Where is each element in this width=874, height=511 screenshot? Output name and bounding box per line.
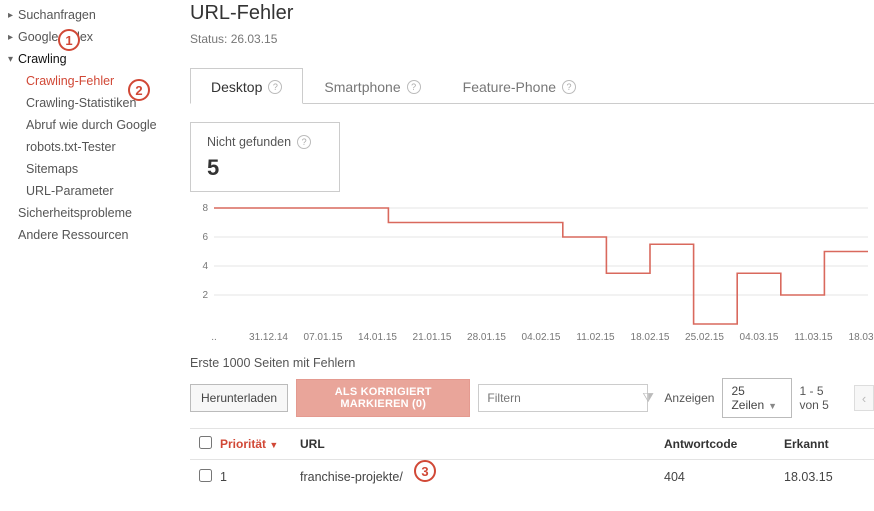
help-icon[interactable]: ? — [297, 135, 311, 149]
error-count-card[interactable]: Nicht gefunden? 5 — [190, 122, 340, 192]
svg-text:8: 8 — [202, 203, 208, 214]
label: robots.txt-Tester — [26, 140, 116, 154]
svg-text:6: 6 — [202, 232, 208, 243]
filter-input-wrap: ⧩ — [478, 384, 648, 412]
filter-icon: ⧩ — [642, 390, 654, 406]
label: Abruf wie durch Google — [26, 118, 157, 132]
mark-fixed-button[interactable]: ALS KORRIGIERT MARKIEREN (0) — [296, 379, 470, 417]
select-value: 25 Zeilen — [731, 384, 764, 412]
label: Sitemaps — [26, 162, 78, 176]
cell-antwortcode: 404 — [664, 470, 784, 484]
device-tabs: Desktop? Smartphone? Feature-Phone? — [190, 68, 874, 104]
svg-text:2: 2 — [202, 290, 208, 301]
sidebar: ▸Suchanfragen ▸Google-Index ▾Crawling Cr… — [0, 0, 180, 511]
help-icon[interactable]: ? — [407, 80, 421, 94]
svg-text:21.01.15: 21.01.15 — [413, 332, 452, 343]
table-controls: Herunterladen ALS KORRIGIERT MARKIEREN (… — [190, 378, 874, 418]
svg-text:04.02.15: 04.02.15 — [522, 332, 561, 343]
sidebar-item-crawling[interactable]: ▾Crawling — [8, 48, 180, 70]
status-text: Status: 26.03.15 — [190, 32, 874, 46]
main-content: URL-Fehler Status: 26.03.15 Desktop? Sma… — [180, 0, 874, 511]
sidebar-item-sicherheitsprobleme[interactable]: Sicherheitsprobleme — [8, 202, 180, 224]
sidebar-item-google-index[interactable]: ▸Google-Index — [8, 26, 180, 48]
svg-text:11.02.15: 11.02.15 — [576, 332, 615, 343]
svg-text:4: 4 — [202, 261, 208, 272]
cell-erkannt: 18.03.15 — [784, 470, 874, 484]
label: Antwortcode — [664, 437, 737, 451]
label: Crawling-Statistiken — [26, 96, 136, 110]
table-header: Priorität ▼ URL Antwortcode Erkannt — [190, 428, 874, 460]
chevron-right-icon: ▸ — [8, 10, 18, 21]
label: Erkannt — [784, 437, 829, 451]
tab-label: Smartphone — [324, 79, 400, 95]
label: Google-Index — [18, 30, 93, 44]
chevron-down-icon: ▾ — [8, 54, 18, 65]
page-range: 1 - 5 von 5 — [800, 384, 846, 412]
sidebar-item-sitemaps[interactable]: Sitemaps — [8, 158, 180, 180]
select-all-checkbox[interactable] — [199, 436, 212, 449]
svg-text:25.02.15: 25.02.15 — [685, 332, 724, 343]
sidebar-item-andere-ressourcen[interactable]: Andere Ressourcen — [8, 224, 180, 246]
errors-table: Priorität ▼ URL Antwortcode Erkannt 1 fr… — [190, 428, 874, 494]
svg-text:11.03.15: 11.03.15 — [794, 332, 833, 343]
chevron-down-icon: ▼ — [768, 401, 777, 411]
download-button[interactable]: Herunterladen — [190, 384, 288, 412]
sidebar-item-crawling-statistiken[interactable]: Crawling-Statistiken — [8, 92, 180, 114]
label: Crawling — [18, 52, 67, 66]
row-checkbox[interactable] — [199, 469, 212, 482]
label: Sicherheitsprobleme — [18, 206, 132, 220]
table-caption: Erste 1000 Seiten mit Fehlern — [190, 356, 874, 370]
svg-text:18.03.15: 18.03.15 — [849, 332, 874, 343]
tab-smartphone[interactable]: Smartphone? — [303, 68, 441, 103]
table-row[interactable]: 1 franchise-projekte/ 404 18.03.15 — [190, 460, 874, 494]
label: Andere Ressourcen — [18, 228, 128, 242]
sort-desc-icon: ▼ — [269, 440, 278, 450]
svg-text:18.02.15: 18.02.15 — [631, 332, 670, 343]
label: Suchanfragen — [18, 8, 96, 22]
cell-url: franchise-projekte/ — [300, 470, 664, 484]
page-title: URL-Fehler — [190, 2, 874, 25]
svg-text:14.01.15: 14.01.15 — [358, 332, 397, 343]
svg-text:31.12.14: 31.12.14 — [249, 332, 288, 343]
label: URL-Parameter — [26, 184, 114, 198]
svg-text:28.01.15: 28.01.15 — [467, 332, 506, 343]
card-value: 5 — [207, 155, 323, 181]
tab-desktop[interactable]: Desktop? — [190, 68, 303, 104]
card-label: Nicht gefunden — [207, 135, 291, 149]
label: URL — [300, 437, 325, 451]
prev-page-button[interactable]: ‹ — [854, 385, 874, 411]
sidebar-item-abruf-wie-durch-google[interactable]: Abruf wie durch Google — [8, 114, 180, 136]
help-icon[interactable]: ? — [268, 80, 282, 94]
col-antwortcode[interactable]: Antwortcode — [664, 437, 784, 451]
svg-text:..: .. — [211, 332, 217, 343]
sidebar-item-robots-txt-tester[interactable]: robots.txt-Tester — [8, 136, 180, 158]
sidebar-item-crawling-fehler[interactable]: Crawling-Fehler — [8, 70, 180, 92]
filter-input[interactable] — [487, 391, 642, 405]
svg-text:07.01.15: 07.01.15 — [304, 332, 343, 343]
page-size-select[interactable]: 25 Zeilen ▼ — [722, 378, 791, 418]
col-url[interactable]: URL — [300, 437, 664, 451]
label: Priorität — [220, 437, 266, 451]
sidebar-item-suchanfragen[interactable]: ▸Suchanfragen — [8, 4, 180, 26]
errors-chart[interactable]: 2 4 6 8.. 31.12.14 07.01.15 14.01.15 21.01.15 28… — [190, 202, 874, 342]
chevron-right-icon: ▸ — [8, 32, 18, 43]
label: Crawling-Fehler — [26, 74, 114, 88]
sidebar-item-url-parameter[interactable]: URL-Parameter — [8, 180, 180, 202]
col-priority[interactable]: Priorität ▼ — [220, 437, 300, 451]
show-label: Anzeigen — [664, 391, 714, 405]
svg-text:04.03.15: 04.03.15 — [740, 332, 779, 343]
col-erkannt[interactable]: Erkannt — [784, 437, 874, 451]
cell-priority: 1 — [220, 470, 300, 484]
tab-label: Desktop — [211, 79, 262, 95]
tab-label: Feature-Phone — [463, 79, 556, 95]
tab-feature-phone[interactable]: Feature-Phone? — [442, 68, 597, 103]
help-icon[interactable]: ? — [562, 80, 576, 94]
